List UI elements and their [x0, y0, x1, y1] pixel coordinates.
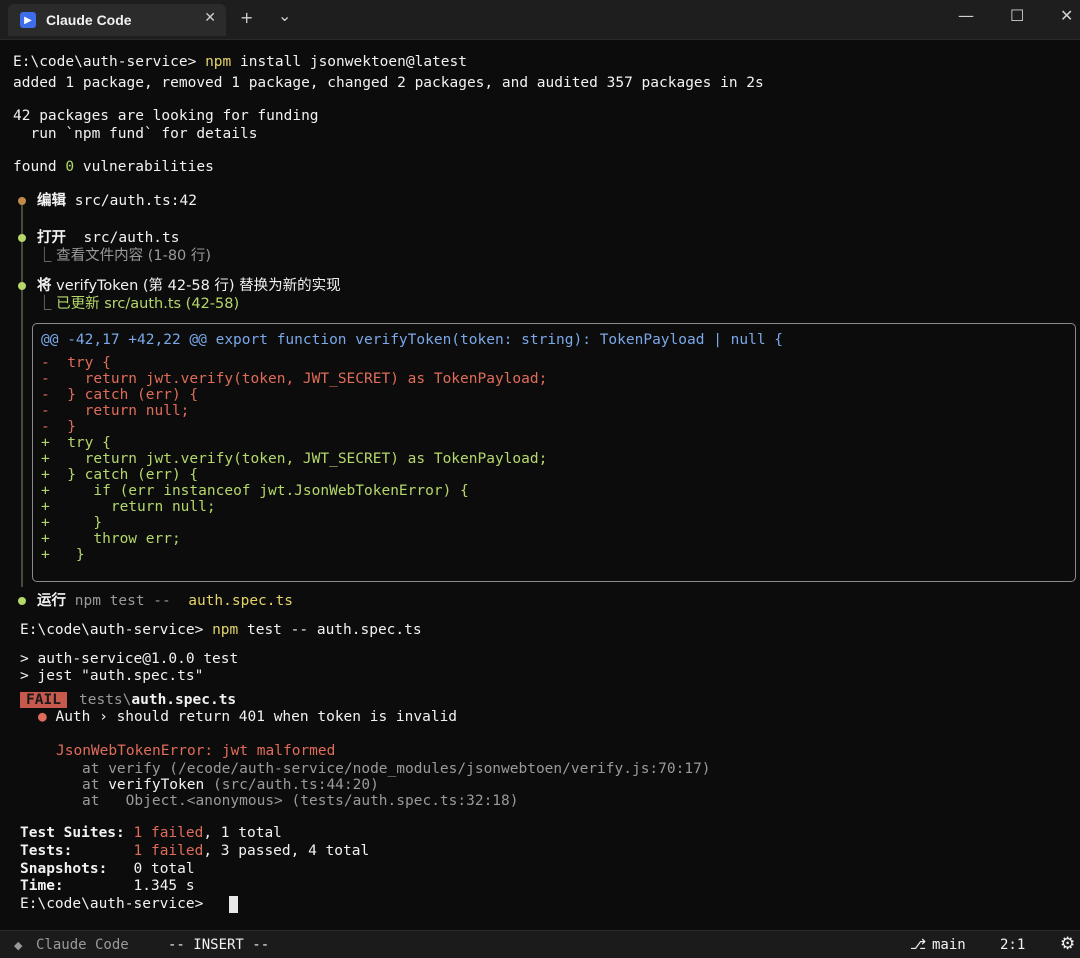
summary-time: Time: 1.345 s	[20, 878, 195, 894]
error-message: JsonWebTokenError: jwt malformed	[56, 743, 336, 759]
tab-claude-code[interactable]: ▶ Claude Code ✕	[8, 4, 226, 36]
title-bar: ▶ Claude Code ✕ + ⌄ — ☐ ✕	[0, 0, 1080, 40]
fail-badge: FAIL	[20, 692, 67, 708]
text-cursor	[229, 896, 238, 913]
step-edit: 编辑 src/auth.ts:42	[37, 193, 197, 209]
tab-close-icon[interactable]: ✕	[204, 10, 216, 26]
branch-icon: ⎇	[910, 937, 927, 953]
maximize-icon[interactable]: ☐	[1010, 6, 1024, 25]
step-replace: 将 verifyToken (第 42-58 行) 替换为新的实现	[37, 278, 341, 294]
step-dot-run	[18, 597, 26, 605]
install-command-line: E:\code\auth-service> npm install jsonwe…	[13, 54, 467, 70]
jest-script-line: > jest "auth.spec.ts"	[20, 668, 204, 684]
vulnerabilities-line: found 0 vulnerabilities	[13, 159, 214, 175]
diff-line: + }	[41, 547, 85, 563]
step-replace-detail: ⎿ 已更新 src/auth.ts (42-58)	[37, 296, 240, 312]
test-command-line: E:\code\auth-service> npm test -- auth.s…	[20, 622, 422, 638]
minimize-icon[interactable]: —	[958, 6, 974, 25]
final-prompt: E:\code\auth-service>	[20, 896, 213, 912]
status-app-name[interactable]: Claude Code	[36, 937, 129, 953]
status-cursor-position[interactable]: 2:1	[1000, 937, 1025, 953]
settings-icon[interactable]: ⚙	[1060, 934, 1075, 954]
step-dot-replace	[18, 282, 26, 290]
step-run: 运行 npm test -- auth.spec.ts	[37, 593, 293, 609]
diff-hunk-header: @@ -42,17 +42,22 @@ export function veri…	[41, 332, 784, 348]
stack-frame-3: at Object.<anonymous> (tests/auth.spec.t…	[82, 793, 519, 809]
step-dot-edit	[18, 197, 26, 205]
tab-title: Claude Code	[46, 12, 132, 28]
step-open: 打开 src/auth.ts	[37, 230, 180, 246]
tab-dropdown-icon[interactable]: ⌄	[278, 6, 291, 25]
new-tab-icon[interactable]: +	[240, 8, 253, 27]
funding-line-2: run `npm fund` for details	[13, 126, 258, 142]
failed-test-case: ● Auth › should return 401 when token is…	[38, 709, 458, 725]
terminal-app-icon: ▶	[20, 12, 36, 28]
npm-script-line: > auth-service@1.0.0 test	[20, 651, 239, 667]
install-result: added 1 package, removed 1 package, chan…	[13, 75, 764, 91]
status-bar: ◆ Claude Code -- INSERT -- ⎇ main 2:1 ⚙	[0, 930, 1080, 958]
step-open-detail: ⎿ 查看文件内容 (1-80 行)	[37, 248, 212, 264]
terminal-output[interactable]: E:\code\auth-service> npm install jsonwe…	[0, 41, 1080, 929]
summary-tests: Tests: 1 failed, 3 passed, 4 total	[20, 843, 370, 859]
failed-file: tests\auth.spec.ts	[79, 692, 237, 708]
step-dot-open	[18, 234, 26, 242]
summary-suites: Test Suites: 1 failed, 1 total	[20, 825, 282, 841]
status-branch[interactable]: main	[932, 937, 966, 953]
claude-icon: ◆	[14, 939, 23, 952]
funding-line-1: 42 packages are looking for funding	[13, 108, 319, 124]
step-connector	[21, 201, 23, 587]
close-window-icon[interactable]: ✕	[1060, 6, 1073, 25]
summary-snapshots: Snapshots: 0 total	[20, 861, 195, 877]
status-mode: -- INSERT --	[168, 937, 270, 953]
